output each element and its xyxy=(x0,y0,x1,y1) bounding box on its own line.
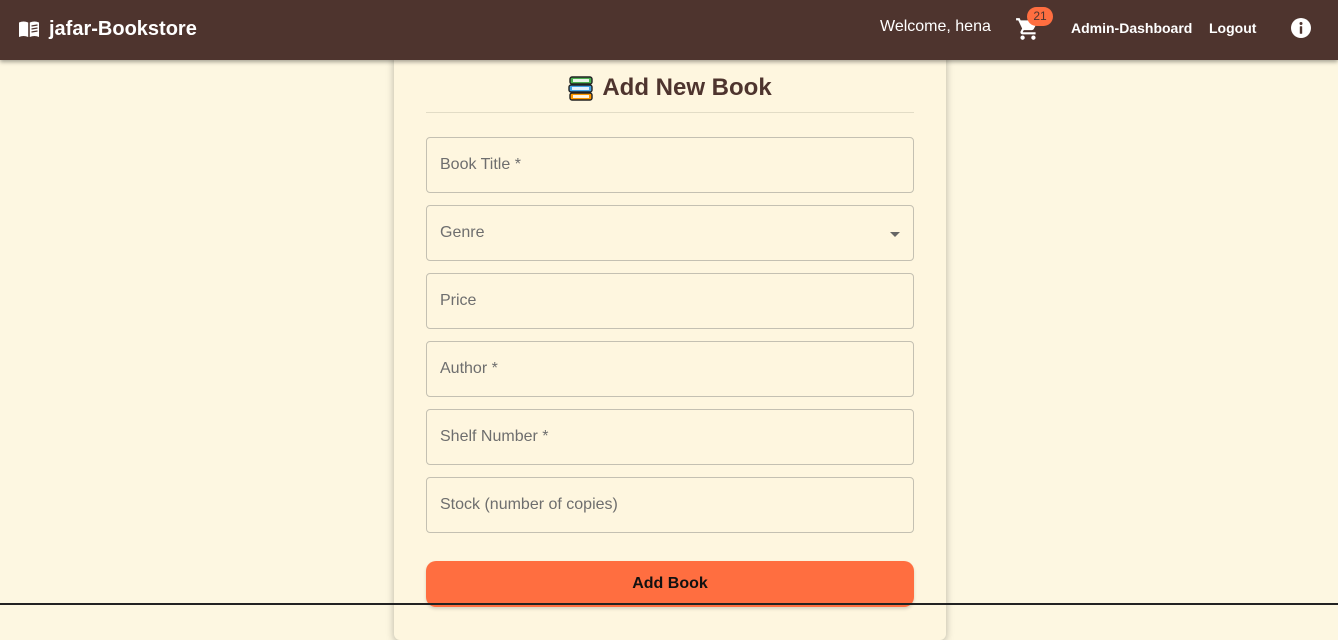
author-field[interactable]: Author * xyxy=(426,341,914,397)
stock-field[interactable]: Stock (number of copies) xyxy=(426,477,914,533)
brand[interactable]: jafar-Bookstore xyxy=(18,16,197,42)
form-title: Add New Book xyxy=(426,73,914,103)
app-bar: jafar-Bookstore Welcome, hena 21 Admin-D… xyxy=(0,0,1338,60)
chevron-down-icon xyxy=(890,232,900,237)
shelf-number-field[interactable]: Shelf Number * xyxy=(426,409,914,465)
logout-link[interactable]: Logout xyxy=(1209,20,1256,36)
open-book-icon xyxy=(18,20,40,38)
genre-label: Genre xyxy=(440,224,485,241)
genre-select[interactable]: Genre xyxy=(426,205,914,261)
author-label: Author * xyxy=(440,360,498,377)
book-title-label: Book Title * xyxy=(440,156,521,173)
admin-dashboard-link[interactable]: Admin-Dashboard xyxy=(1071,20,1192,36)
cart-count-badge: 21 xyxy=(1027,7,1053,26)
form-title-text: Add New Book xyxy=(602,74,772,101)
price-field[interactable]: Price xyxy=(426,273,914,329)
welcome-text: Welcome, hena xyxy=(880,18,991,35)
stock-label: Stock (number of copies) xyxy=(440,496,618,513)
books-stack-icon xyxy=(568,75,594,101)
shelf-number-label: Shelf Number * xyxy=(440,428,549,445)
add-book-card: Add New Book Book Title * Genre Price Au… xyxy=(394,40,946,640)
book-title-field[interactable]: Book Title * xyxy=(426,137,914,193)
add-book-button[interactable]: Add Book xyxy=(426,561,914,607)
title-divider xyxy=(426,112,914,113)
price-label: Price xyxy=(440,292,477,309)
brand-name: jafar-Bookstore xyxy=(49,17,197,40)
info-icon[interactable] xyxy=(1290,17,1312,39)
